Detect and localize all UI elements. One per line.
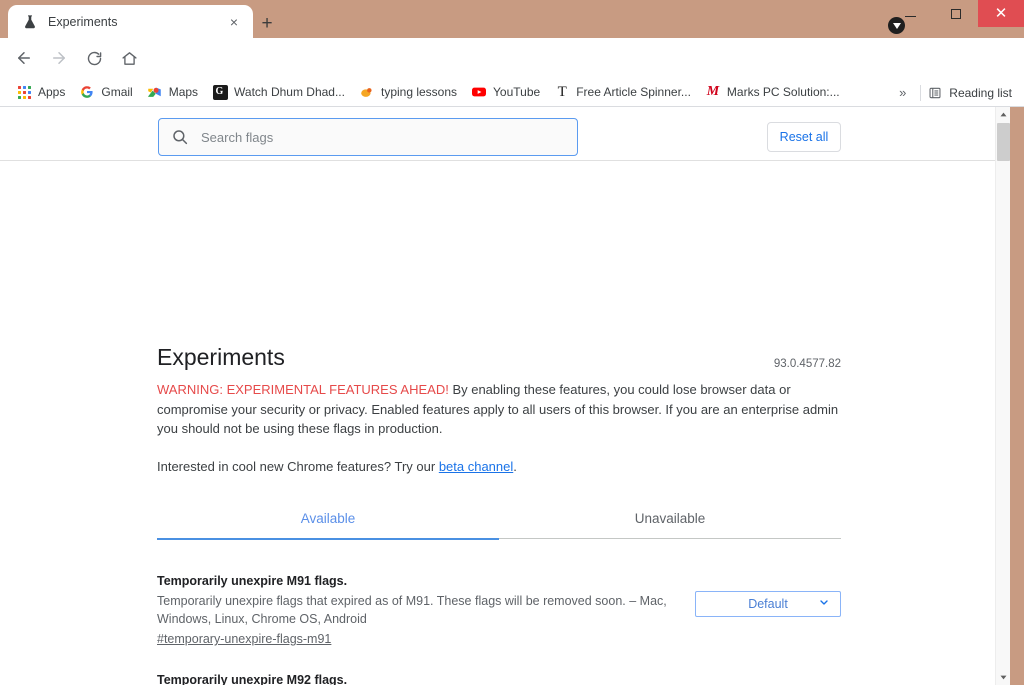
- maps-icon: [147, 84, 163, 100]
- chevron-down-icon: [818, 597, 830, 612]
- close-button[interactable]: ✕: [978, 0, 1024, 27]
- minimize-button[interactable]: [888, 0, 933, 27]
- beta-prefix: Interested in cool new Chrome features? …: [157, 459, 439, 474]
- bookmark-label: YouTube: [493, 85, 541, 99]
- tab-available[interactable]: Available: [157, 498, 499, 540]
- gmail-icon: [79, 84, 95, 100]
- beta-suffix: .: [513, 459, 517, 474]
- tab-close-icon[interactable]: ×: [225, 13, 243, 31]
- maximize-button[interactable]: [933, 0, 978, 27]
- search-flags-field[interactable]: [158, 118, 578, 156]
- bookmark-maps[interactable]: Maps: [143, 80, 206, 104]
- youtube-icon: [471, 84, 487, 100]
- page-scrollbar[interactable]: [995, 107, 1010, 685]
- home-icon[interactable]: [113, 42, 145, 74]
- search-icon: [171, 128, 189, 146]
- flag-name: Temporarily unexpire M91 flags.: [157, 574, 348, 588]
- reset-all-button[interactable]: Reset all: [767, 122, 841, 152]
- back-icon[interactable]: [8, 42, 40, 74]
- watch-icon: G: [212, 84, 228, 100]
- divider: [920, 84, 922, 101]
- scroll-up-icon[interactable]: [996, 107, 1011, 122]
- apps-grid-icon: [16, 84, 32, 100]
- tab-title: Experiments: [48, 14, 118, 29]
- bookmark-label: Watch Dhum Dhad...: [234, 85, 345, 99]
- bookmark-label: Free Article Spinner...: [576, 85, 691, 99]
- bookmark-typing-lessons[interactable]: typing lessons: [355, 80, 465, 104]
- bookmark-label: typing lessons: [380, 85, 458, 99]
- warning-headline: WARNING: EXPERIMENTAL FEATURES AHEAD!: [157, 382, 449, 397]
- tab-experiments[interactable]: Experiments ×: [8, 5, 253, 38]
- flag-name: Temporarily unexpire M92 flags.: [157, 673, 348, 685]
- bookmark-apps[interactable]: Apps: [12, 80, 73, 104]
- flag-select-value: Default: [748, 597, 788, 611]
- warning-text: WARNING: EXPERIMENTAL FEATURES AHEAD! By…: [157, 380, 841, 439]
- marks-m-icon: M: [706, 84, 720, 99]
- bookmark-marks-pc-solution[interactable]: M Marks PC Solution:...: [701, 80, 848, 104]
- flags-page: Experiments 93.0.4577.82 WARNING: EXPERI…: [0, 107, 1010, 685]
- search-input[interactable]: [201, 129, 565, 145]
- scrollbar-thumb[interactable]: [997, 123, 1010, 161]
- beta-channel-text: Interested in cool new Chrome features? …: [157, 459, 841, 474]
- flag-row: Temporarily unexpire M91 flags. Temporar…: [157, 559, 841, 658]
- bookmarks-bar-right: » Reading list: [891, 78, 1018, 106]
- new-tab-button[interactable]: +: [253, 9, 281, 37]
- flags-list: Temporarily unexpire M91 flags. Temporar…: [157, 559, 841, 685]
- flag-control: Default: [682, 573, 841, 617]
- beta-channel-link[interactable]: beta channel: [439, 459, 513, 474]
- bookmark-label: Marks PC Solution:...: [726, 85, 840, 99]
- bookmark-label: Apps: [38, 85, 66, 99]
- bookmark-label: Maps: [168, 85, 199, 99]
- flags-tabs: Available Unavailable: [157, 498, 841, 540]
- bookmark-gmail[interactable]: Gmail: [75, 80, 140, 104]
- window-controls: ✕: [888, 0, 1024, 28]
- bookmark-watch-dhum-dhad[interactable]: G Watch Dhum Dhad...: [208, 80, 353, 104]
- flag-anchor-link[interactable]: #temporary-unexpire-flags-m91: [157, 631, 331, 648]
- flag-row: Temporarily unexpire M92 flags. Temporar…: [157, 658, 841, 685]
- version-label: 93.0.4577.82: [773, 358, 841, 370]
- forward-icon[interactable]: [43, 42, 75, 74]
- flag-description: Temporarily unexpire flags that expired …: [157, 594, 667, 626]
- flask-icon: [22, 14, 38, 30]
- text-t-icon: T: [557, 83, 567, 100]
- close-icon: ✕: [994, 5, 1008, 22]
- scroll-down-icon[interactable]: [996, 670, 1011, 685]
- flag-info: Temporarily unexpire M91 flags. Temporar…: [157, 573, 682, 648]
- typing-icon: [359, 84, 375, 100]
- reload-icon[interactable]: [78, 42, 110, 74]
- bookmarks-bar: Apps Gmail Maps G Watch Dhum Dhad... typ…: [0, 78, 1024, 107]
- flag-info: Temporarily unexpire M92 flags. Temporar…: [157, 672, 682, 685]
- bookmarks-overflow-icon[interactable]: »: [891, 85, 914, 100]
- flag-control: Default: [682, 672, 841, 685]
- browser-toolbar: Chrome chrome://flags: [0, 38, 1024, 109]
- window-frame-right: [1010, 107, 1024, 685]
- reading-list-icon: [927, 85, 943, 101]
- bookmark-free-article-spinner[interactable]: T Free Article Spinner...: [550, 80, 699, 104]
- bookmark-youtube[interactable]: YouTube: [467, 80, 548, 104]
- page-title: Experiments: [157, 344, 285, 370]
- bookmark-label: Gmail: [101, 85, 133, 99]
- tab-unavailable[interactable]: Unavailable: [499, 498, 841, 539]
- reading-list-label[interactable]: Reading list: [949, 86, 1012, 100]
- browser-window: ✕ Experiments × + Apps Gmail Maps G Watc…: [0, 0, 1024, 685]
- flag-select-temporary-unexpire-flags-m91[interactable]: Default: [695, 591, 841, 617]
